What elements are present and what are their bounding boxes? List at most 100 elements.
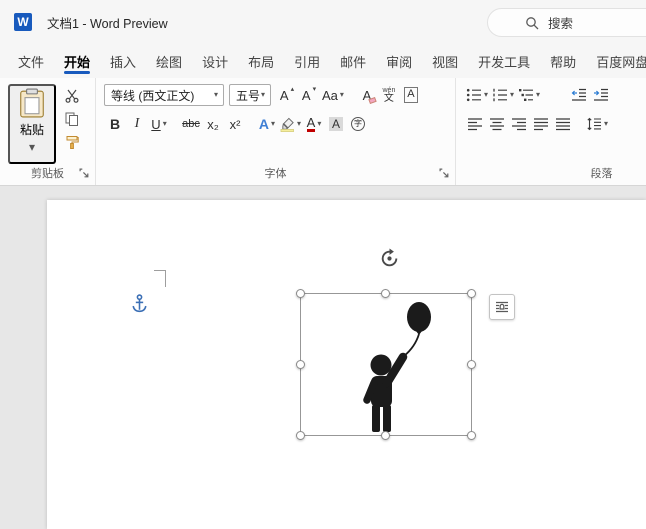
- strikethrough-button[interactable]: abc: [180, 113, 202, 135]
- format-painter-button[interactable]: [60, 132, 84, 151]
- justify-icon: [534, 118, 548, 131]
- enclose-characters-button[interactable]: 字: [347, 113, 369, 135]
- character-border-icon: A: [404, 87, 418, 103]
- font-group-label: 字体: [264, 168, 287, 180]
- change-case-label: Aa: [322, 87, 338, 103]
- tab-help[interactable]: 帮助: [540, 44, 586, 78]
- numbering-button[interactable]: ▾: [490, 84, 516, 106]
- bullet-list-icon: [466, 88, 481, 102]
- search-icon: [526, 16, 539, 29]
- subscript-label: x₂: [207, 116, 219, 132]
- object-anchor-icon[interactable]: [131, 294, 148, 315]
- multilevel-list-button[interactable]: ▾: [516, 84, 542, 106]
- increase-indent-button[interactable]: [590, 84, 612, 106]
- clipboard-dialog-launcher[interactable]: [79, 168, 90, 179]
- tab-insert[interactable]: 插入: [100, 44, 146, 78]
- font-dialog-launcher[interactable]: [439, 168, 450, 179]
- font-color-icon: A: [306, 115, 316, 133]
- selection-handle-top-right[interactable]: [467, 289, 476, 298]
- layout-options-button[interactable]: [489, 294, 515, 320]
- font-size-value: 五号: [236, 88, 261, 103]
- clear-formatting-icon: A: [363, 88, 377, 104]
- phonetic-guide-button[interactable]: wén 文: [378, 84, 400, 106]
- chevron-down-icon: ▾: [484, 90, 489, 99]
- justify-button[interactable]: [530, 113, 552, 135]
- tab-layout[interactable]: 布局: [238, 44, 284, 78]
- text-highlight-button[interactable]: ▾: [278, 113, 303, 135]
- tab-file[interactable]: 文件: [8, 44, 54, 78]
- tab-mailings[interactable]: 邮件: [330, 44, 376, 78]
- rotate-handle[interactable]: [379, 248, 400, 269]
- align-left-button[interactable]: [464, 113, 486, 135]
- selection-handle-left[interactable]: [296, 359, 305, 369]
- character-border-button[interactable]: A: [400, 84, 422, 106]
- tab-view[interactable]: 视图: [422, 44, 468, 78]
- clear-formatting-button[interactable]: A: [356, 84, 378, 106]
- font-name-value: 等线 (西文正文): [111, 88, 195, 103]
- line-spacing-button[interactable]: ▾: [584, 113, 610, 135]
- align-center-button[interactable]: [486, 113, 508, 135]
- selection-handle-top[interactable]: [381, 289, 390, 298]
- change-case-button[interactable]: Aa ▾: [320, 84, 346, 106]
- tab-home[interactable]: 开始: [54, 44, 100, 78]
- chevron-down-icon: ▾: [536, 90, 541, 99]
- tab-design[interactable]: 设计: [192, 44, 238, 78]
- character-shading-button[interactable]: A: [325, 113, 347, 135]
- window-title: 文档1 - Word Preview: [47, 16, 168, 31]
- tab-draw[interactable]: 绘图: [146, 44, 192, 78]
- align-right-button[interactable]: [508, 113, 530, 135]
- italic-label: I: [134, 116, 140, 131]
- align-left-icon: [468, 118, 482, 131]
- font-color-button[interactable]: A ▾: [303, 113, 325, 135]
- subscript-button[interactable]: x₂: [202, 113, 224, 135]
- tab-developer[interactable]: 开发工具: [468, 44, 540, 78]
- copy-button[interactable]: [60, 109, 84, 128]
- document-area: [0, 186, 646, 529]
- selection-handle-bottom-left[interactable]: [296, 431, 305, 440]
- tab-references[interactable]: 引用: [284, 44, 330, 78]
- italic-button[interactable]: I: [126, 113, 148, 135]
- layout-options-icon: [496, 301, 508, 313]
- superscript-button[interactable]: x²: [224, 113, 246, 135]
- chevron-down-icon: ▾: [260, 90, 265, 99]
- image-selection[interactable]: [296, 289, 476, 440]
- selection-handle-bottom-right[interactable]: [467, 431, 476, 440]
- decrease-indent-button[interactable]: [568, 84, 590, 106]
- person-balloon-clipart[interactable]: [337, 299, 449, 433]
- copy-icon: [65, 112, 78, 126]
- shrink-font-button[interactable]: A ▾: [298, 84, 320, 106]
- chevron-down-icon: ▾: [339, 90, 344, 99]
- font-size-combobox[interactable]: 五号 ▾: [229, 84, 271, 106]
- phonetic-guide-icon: wén 文: [382, 86, 396, 104]
- text-effects-button[interactable]: A ▾: [256, 113, 278, 135]
- tab-baidu-netdisk[interactable]: 百度网盘: [586, 44, 646, 78]
- bullets-button[interactable]: ▾: [464, 84, 490, 106]
- bold-button[interactable]: B: [104, 113, 126, 135]
- ribbon: 粘贴 ▾ 剪贴板 等线 (西文正文) ▾ 五号 ▾ A ▴ A ▾ Aa ▾ A…: [0, 78, 646, 186]
- decrease-indent-icon: [571, 88, 587, 101]
- align-center-icon: [490, 118, 504, 131]
- font-name-combobox[interactable]: 等线 (西文正文) ▾: [104, 84, 224, 106]
- highlighter-icon: [280, 117, 294, 132]
- multilevel-list-icon: [519, 89, 534, 101]
- ribbon-tab-bar: 文件 开始 插入 绘图 设计 布局 引用 邮件 审阅 视图 开发工具 帮助 百度…: [0, 44, 646, 78]
- selection-handle-right[interactable]: [467, 359, 476, 369]
- cut-button[interactable]: [60, 86, 84, 105]
- text-effects-icon: A: [258, 116, 270, 132]
- underline-label: U: [151, 116, 161, 132]
- distribute-text-icon: [556, 118, 570, 131]
- paste-label: 粘贴: [19, 123, 44, 137]
- clipboard-group: 粘贴 ▾ 剪贴板: [0, 78, 95, 185]
- tab-review[interactable]: 审阅: [376, 44, 422, 78]
- text-cursor: [154, 270, 166, 287]
- search-box[interactable]: 搜索: [487, 8, 646, 37]
- selection-handle-top-left[interactable]: [296, 289, 305, 298]
- underline-button[interactable]: U ▾: [148, 113, 170, 135]
- word-logo-icon: W: [14, 13, 32, 31]
- paste-button[interactable]: 粘贴 ▾: [8, 84, 56, 164]
- title-bar: W 文档1 - Word Preview 搜索: [0, 0, 646, 44]
- paste-clipboard-icon: [20, 88, 44, 118]
- distribute-button[interactable]: [552, 113, 574, 135]
- selection-handle-bottom[interactable]: [381, 431, 390, 440]
- grow-font-button[interactable]: A ▴: [276, 84, 298, 106]
